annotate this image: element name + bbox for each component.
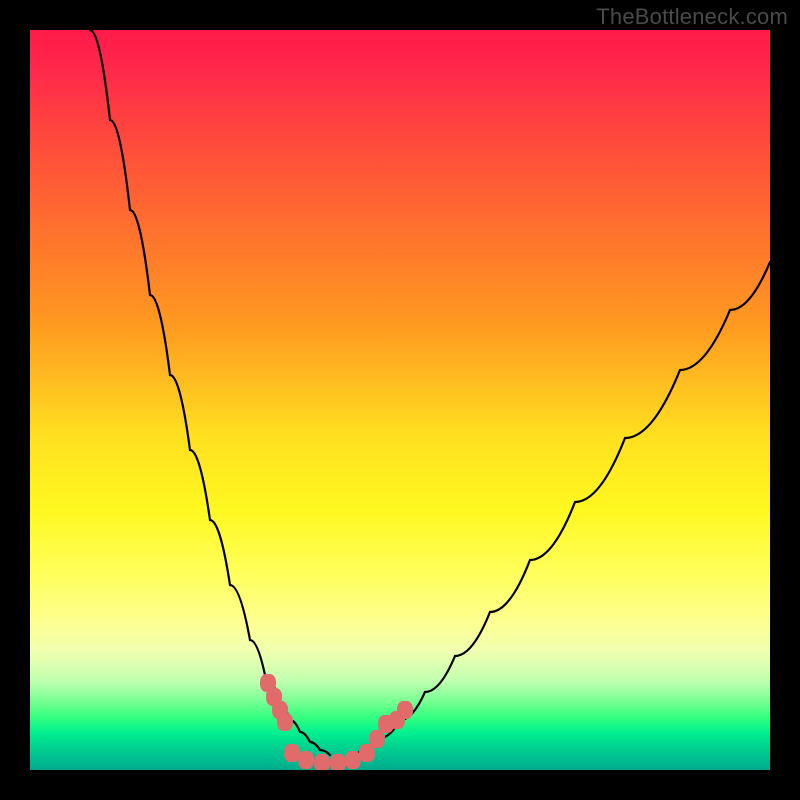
- bottleneck-marker: [314, 754, 330, 770]
- bottleneck-marker: [298, 751, 314, 769]
- plot-area: [30, 30, 770, 770]
- bottleneck-marker: [345, 751, 361, 769]
- bottleneck-marker: [330, 754, 346, 770]
- marker-layer: [30, 30, 770, 770]
- bottleneck-marker: [397, 701, 413, 719]
- watermark-text: TheBottleneck.com: [596, 4, 788, 30]
- bottleneck-marker: [277, 713, 293, 731]
- outer-frame: TheBottleneck.com: [0, 0, 800, 800]
- bottleneck-markers: [260, 674, 413, 770]
- bottleneck-marker: [284, 744, 300, 762]
